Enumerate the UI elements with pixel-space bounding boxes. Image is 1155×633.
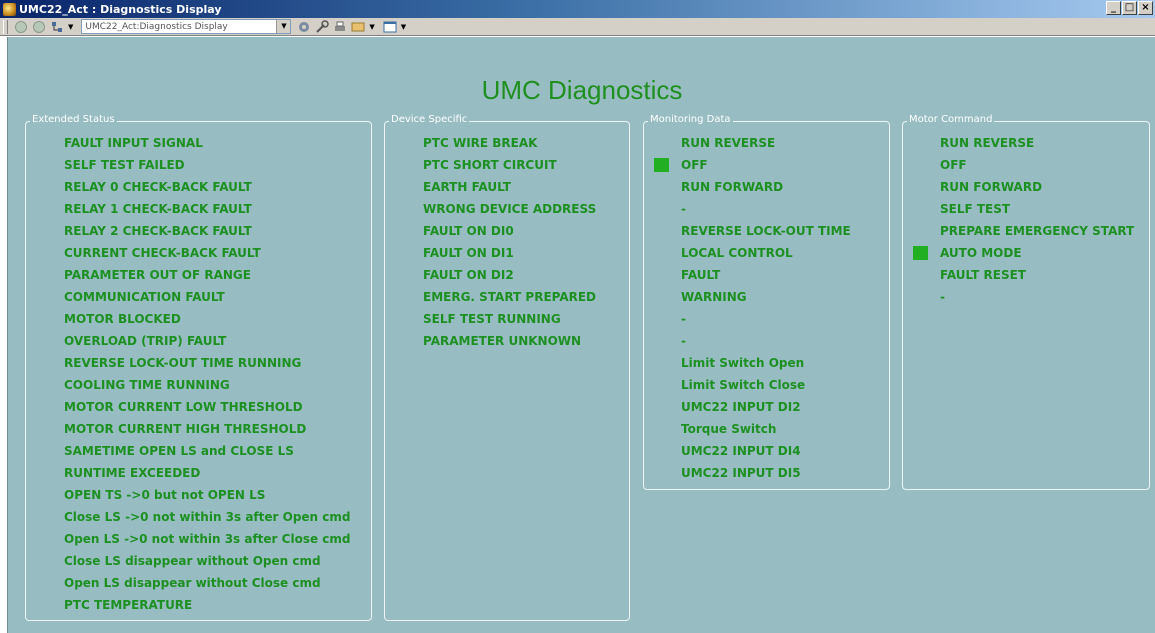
list-item: Limit Switch Close [681,378,806,392]
list-item: FAULT [681,268,721,282]
list-item: PTC TEMPERATURE [64,598,193,612]
list-item: - [681,202,686,216]
list-item: SELF TEST FAILED [64,158,185,172]
page-title: UMC Diagnostics [481,75,683,105]
panel-title: Monitoring Data [648,114,733,125]
list-item: AUTO MODE [940,246,1022,260]
forward-icon[interactable] [32,20,46,34]
list-item: RELAY 1 CHECK-BACK FAULT [64,202,252,216]
list-item: FAULT ON DI2 [423,268,514,282]
list-item: Torque Switch [681,422,777,436]
screen-select[interactable]: UMC22_Act:Diagnostics Display ▼ [81,19,292,34]
list-item: EMERG. START PREPARED [423,290,597,304]
list-item: COOLING TIME RUNNING [64,378,230,392]
window-titlebar: UMC22_Act : Diagnostics Display _ □ × [0,0,1155,18]
list-item: RUNTIME EXCEEDED [64,466,201,480]
window-controls: _ □ × [1106,1,1153,15]
status-indicator-off [654,158,669,172]
maximize-button[interactable]: □ [1122,1,1137,15]
panel-title: Device Specific [389,114,470,125]
list-item: Close LS ->0 not within 3s after Open cm… [64,510,351,524]
navigate-dropdown-icon[interactable]: ▼ [68,23,73,31]
panel-device-specific: Device Specific [384,114,630,621]
list-item: Close LS disappear without Open cmd [64,554,321,568]
toolbar: ▼ UMC22_Act:Diagnostics Display ▼ ▼ ▼ [0,18,1155,36]
list-item: Open LS ->0 not within 3s after Close cm… [64,532,351,546]
list-item: UMC22 INPUT DI2 [681,400,801,414]
screen-dropdown-icon[interactable]: ▼ [369,23,374,31]
list-item: REVERSE LOCK-OUT TIME [681,224,851,238]
list-item: PREPARE EMERGENCY START [940,224,1135,238]
diagnostics-canvas: UMC Diagnostics Extended Status FAULT IN… [7,37,1155,633]
list-item: RUN FORWARD [681,180,784,194]
window-title: UMC22_Act : Diagnostics Display [19,2,222,16]
chevron-down-icon[interactable]: ▼ [276,20,291,33]
list-item: MOTOR CURRENT HIGH THRESHOLD [64,422,307,436]
list-item: EARTH FAULT [423,180,511,194]
list-item: SAMETIME OPEN LS and CLOSE LS [64,444,294,458]
list-item: PTC WIRE BREAK [423,136,538,150]
screen-select-value: UMC22_Act:Diagnostics Display [85,21,228,32]
list-item: RUN REVERSE [940,136,1035,150]
back-icon[interactable] [14,20,28,34]
list-item: SELF TEST RUNNING [423,312,561,326]
list-item: WRONG DEVICE ADDRESS [423,202,597,216]
list-item: - [681,312,686,326]
app-icon [3,2,16,16]
list-item: FAULT INPUT SIGNAL [64,136,203,150]
navigate-icon[interactable] [50,20,64,34]
panel-extended-status: Extended Status [25,114,372,621]
list-item: RELAY 0 CHECK-BACK FAULT [64,180,252,194]
list-item: UMC22 INPUT DI5 [681,466,801,480]
list-item: PTC SHORT CIRCUIT [423,158,557,172]
list-item: COMMUNICATION FAULT [64,290,225,304]
list-item: FAULT ON DI1 [423,246,514,260]
list-item: LOCAL CONTROL [681,246,793,260]
list-item: REVERSE LOCK-OUT TIME RUNNING [64,356,302,370]
list-item: PARAMETER OUT OF RANGE [64,268,251,282]
panel-title: Extended Status [30,114,117,125]
list-item: WARNING [681,290,747,304]
list-item: OFF [940,158,967,172]
toolbar-grip[interactable] [3,19,8,34]
panel-title: Motor Command [907,114,995,125]
list-item: OVERLOAD (TRIP) FAULT [64,334,227,348]
list-item: MOTOR CURRENT LOW THRESHOLD [64,400,303,414]
status-indicator-auto-mode [913,246,928,260]
settings-icon[interactable] [297,20,311,34]
list-item: UMC22 INPUT DI4 [681,444,801,458]
list-item: CURRENT CHECK-BACK FAULT [64,246,261,260]
close-button[interactable]: × [1138,1,1153,15]
panel-motor-command: Motor Command [902,114,1150,490]
list-item: RELAY 2 CHECK-BACK FAULT [64,224,252,238]
window-dropdown-icon[interactable]: ▼ [401,23,406,31]
list-item: Open LS disappear without Close cmd [64,576,321,590]
list-item: OPEN TS ->0 but not OPEN LS [64,488,266,502]
list-item: PARAMETER UNKNOWN [423,334,582,348]
list-item: - [681,334,686,348]
print-icon[interactable] [333,20,347,34]
list-item: RUN FORWARD [940,180,1043,194]
list-item: FAULT RESET [940,268,1026,282]
window-icon[interactable] [383,20,397,34]
tools-icon[interactable] [315,19,330,34]
list-item: MOTOR BLOCKED [64,312,181,326]
list-item: SELF TEST [940,202,1011,216]
minimize-button[interactable]: _ [1106,1,1121,15]
list-item: OFF [681,158,708,172]
list-item: RUN REVERSE [681,136,776,150]
screen-icon[interactable] [351,20,365,34]
list-item: Limit Switch Open [681,356,805,370]
list-item: - [940,290,945,304]
list-item: FAULT ON DI0 [423,224,514,238]
